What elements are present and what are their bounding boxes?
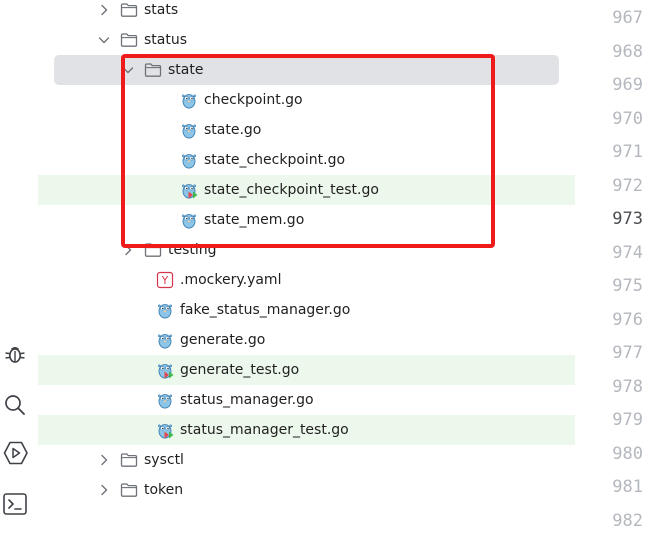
debug-icon[interactable]: [2, 341, 28, 367]
tree-item-label: sysctl: [144, 452, 184, 468]
tree-item-label: state_checkpoint.go: [204, 152, 346, 168]
line-number: 976: [612, 309, 643, 330]
search-icon[interactable]: [2, 392, 28, 418]
terminal-icon[interactable]: [2, 491, 28, 517]
go-file-icon: [156, 301, 174, 319]
line-number-gutter: 967 968 969 970 971 972 973 974 975 976 977 978 979 9…: [576, 0, 647, 531]
line-number: 979: [612, 410, 643, 430]
tree-item-label: status_manager.go: [180, 392, 314, 408]
tree-file-checkpoint-go[interactable]: checkpoint.go: [38, 85, 575, 115]
chevron-down-icon[interactable]: [97, 33, 111, 47]
tree-file-state-mem-go[interactable]: state_mem.go: [38, 205, 575, 235]
tool-window-strip: [0, 0, 38, 531]
chevron-right-icon[interactable]: [121, 243, 135, 257]
tree-file-state-go[interactable]: state.go: [38, 115, 575, 145]
line-number: 981: [612, 477, 643, 497]
tree-folder-state[interactable]: state: [54, 55, 559, 85]
go-file-icon: [180, 121, 198, 139]
yaml-file-icon: Y: [156, 271, 174, 289]
tree-item-label: generate_test.go: [180, 362, 300, 378]
chevron-down-icon[interactable]: [121, 63, 135, 77]
go-test-file-icon: [180, 181, 198, 199]
tree-folder-stats[interactable]: stats: [38, 0, 575, 25]
tree-folder-token[interactable]: token: [38, 475, 575, 505]
tree-file-status-manager-test-go[interactable]: status_manager_test.go: [38, 415, 575, 445]
go-file-icon: [156, 391, 174, 409]
folder-icon: [120, 1, 138, 19]
tree-file-fake-status-manager-go[interactable]: fake_status_manager.go: [38, 295, 575, 325]
chevron-right-icon[interactable]: [97, 483, 111, 497]
tree-item-label: state_mem.go: [204, 212, 305, 228]
tree-item-label: state_checkpoint_test.go: [204, 182, 379, 198]
line-number: 970: [612, 108, 643, 129]
go-file-icon: [180, 211, 198, 229]
tree-folder-testing[interactable]: testing: [38, 235, 575, 265]
tree-item-label: status: [144, 32, 188, 48]
tree-file-mockery-yaml[interactable]: Y .mockery.yaml: [38, 265, 575, 295]
tree-item-label: status_manager_test.go: [180, 422, 349, 438]
line-number: 971: [612, 142, 643, 162]
project-tree: stats status state checkpoint.go state.go sta…: [38, 0, 576, 531]
chevron-right-icon[interactable]: [97, 453, 111, 467]
tree-item-label: fake_status_manager.go: [180, 302, 351, 318]
folder-icon: [120, 481, 138, 499]
tree-item-label: token: [144, 482, 184, 498]
tree-folder-status[interactable]: status: [38, 25, 575, 55]
line-number: 975: [612, 276, 643, 296]
tree-item-label: state: [168, 62, 204, 78]
line-number: 980: [612, 443, 643, 464]
tree-file-status-manager-go[interactable]: status_manager.go: [38, 385, 575, 415]
go-test-file-icon: [156, 421, 174, 439]
tree-item-label: checkpoint.go: [204, 92, 303, 108]
tree-item-label: stats: [144, 2, 179, 18]
tree-item-label: state.go: [204, 122, 262, 138]
line-number: 972: [612, 175, 643, 196]
line-number: 974: [612, 242, 643, 263]
tree-file-generate-test-go[interactable]: generate_test.go: [38, 355, 575, 385]
tree-item-label: testing: [168, 242, 217, 258]
tree-file-state-checkpoint-go[interactable]: state_checkpoint.go: [38, 145, 575, 175]
folder-icon: [120, 31, 138, 49]
tree-file-generate-go[interactable]: generate.go: [38, 325, 575, 355]
line-number: 973: [612, 209, 643, 229]
svg-text:Y: Y: [161, 275, 169, 287]
tree-file-state-checkpoint-test-go[interactable]: state_checkpoint_test.go: [38, 175, 575, 205]
tree-folder-sysctl[interactable]: sysctl: [38, 445, 575, 475]
line-number: 968: [612, 41, 643, 62]
folder-icon: [144, 61, 162, 79]
line-number: 967: [612, 8, 643, 28]
line-number: 969: [612, 75, 643, 95]
go-test-file-icon: [156, 361, 174, 379]
line-number: 978: [612, 376, 643, 397]
go-file-icon: [180, 91, 198, 109]
chevron-right-icon[interactable]: [97, 3, 111, 17]
services-icon[interactable]: [2, 440, 28, 466]
folder-icon: [144, 241, 162, 259]
line-number: 982: [612, 510, 643, 531]
folder-icon: [120, 451, 138, 469]
go-file-icon: [156, 331, 174, 349]
go-file-icon: [180, 151, 198, 169]
line-number: 977: [612, 343, 643, 363]
tree-item-label: generate.go: [180, 332, 266, 348]
tree-item-label: .mockery.yaml: [180, 272, 282, 288]
